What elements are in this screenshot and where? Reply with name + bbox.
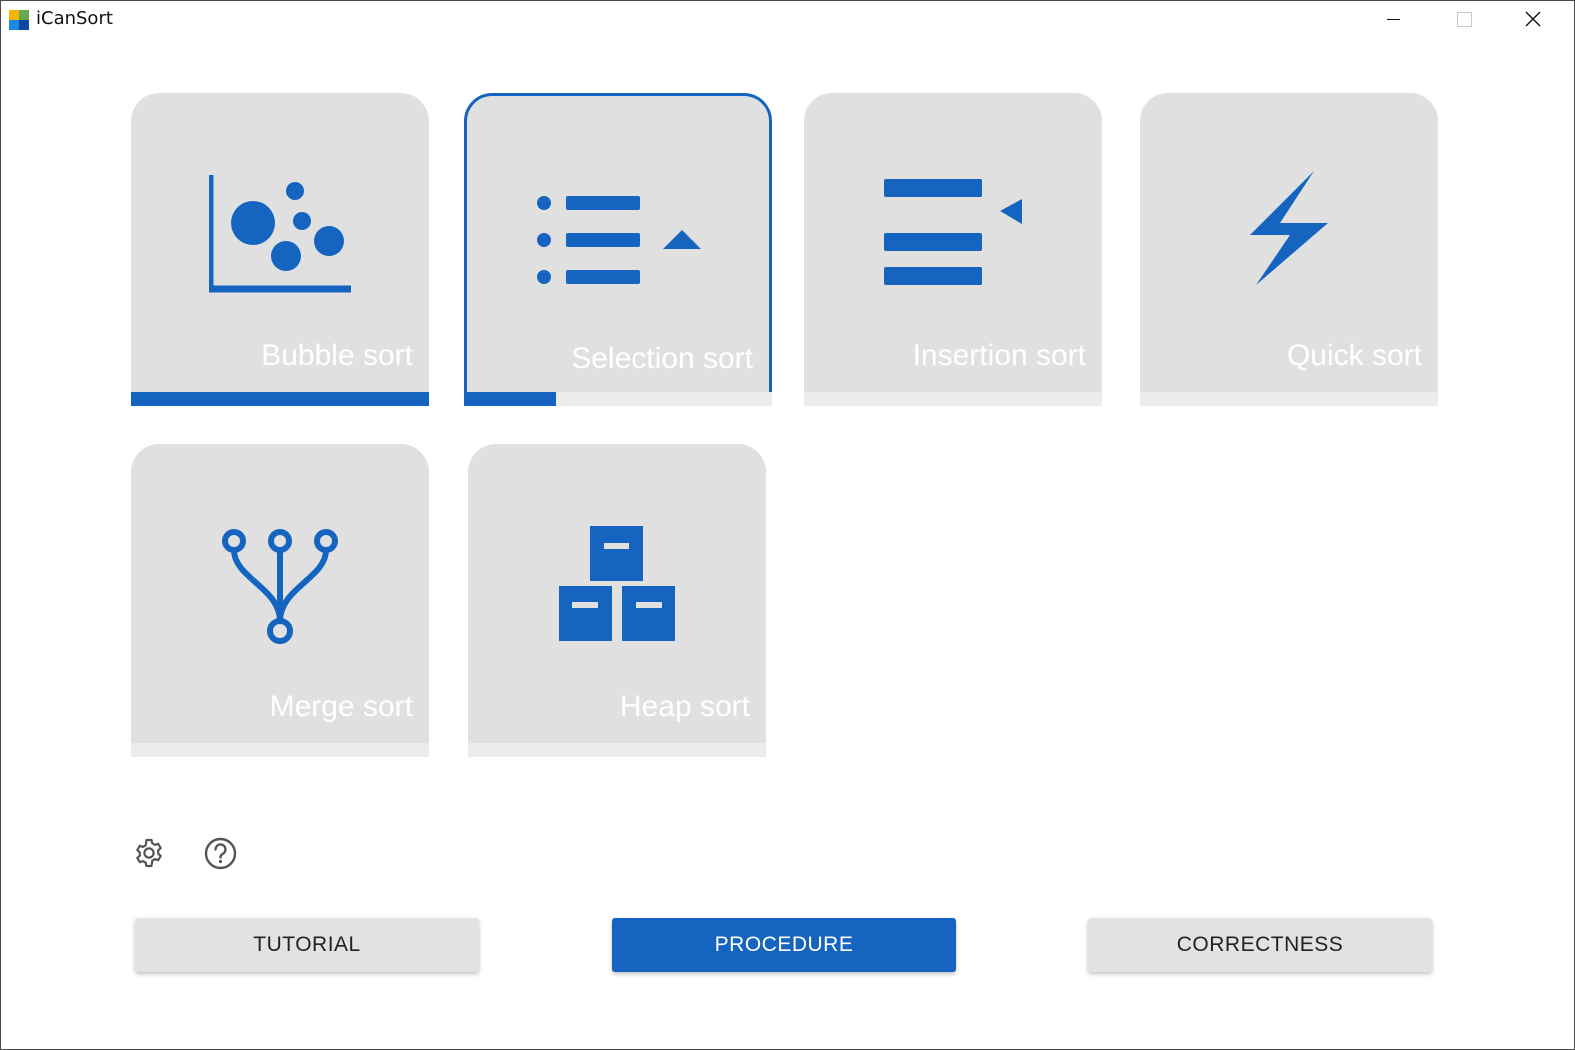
bubble-chart-icon: [209, 175, 351, 293]
close-button[interactable]: [1498, 1, 1568, 37]
card-insertion-sort[interactable]: Insertion sort: [804, 93, 1102, 406]
card-bubble-sort[interactable]: Bubble sort: [131, 93, 429, 406]
merge-tree-icon: [222, 529, 338, 644]
minimize-button[interactable]: [1358, 1, 1428, 37]
settings-button[interactable]: [133, 837, 165, 873]
card-selection-sort[interactable]: Selection sort: [464, 93, 772, 406]
card-quick-sort[interactable]: Quick sort: [1140, 93, 1438, 406]
maximize-button[interactable]: [1428, 1, 1498, 37]
lightning-icon: [1250, 171, 1328, 285]
card-label: Insertion sort: [912, 339, 1086, 372]
progress-bar: [804, 392, 1102, 406]
card-heap-sort[interactable]: Heap sort: [468, 444, 766, 757]
correctness-button[interactable]: CORRECTNESS: [1088, 918, 1432, 972]
progress-fill: [131, 392, 429, 406]
app-window: iCanSort Bubble sort Selection sort Inse…: [0, 0, 1575, 1050]
app-logo-icon: [9, 10, 29, 30]
progress-bar: [464, 392, 772, 406]
progress-bar: [1140, 392, 1438, 406]
card-label: Merge sort: [269, 690, 413, 723]
gear-icon: [136, 838, 162, 868]
title-bar: iCanSort: [1, 1, 1574, 37]
procedure-button[interactable]: PROCEDURE: [612, 918, 956, 972]
progress-fill: [464, 392, 557, 406]
progress-bar: [131, 743, 429, 757]
card-merge-sort[interactable]: Merge sort: [131, 444, 429, 757]
progress-bar: [468, 743, 766, 757]
window-title: iCanSort: [36, 8, 113, 29]
selection-list-icon: [537, 196, 701, 284]
stacked-boxes-icon: [559, 526, 675, 641]
progress-bar: [131, 392, 429, 406]
close-icon: [1525, 11, 1541, 27]
help-circle-icon: [204, 837, 237, 870]
card-label: Selection sort: [571, 342, 753, 375]
card-label: Quick sort: [1286, 339, 1422, 372]
insertion-list-icon: [884, 179, 1022, 285]
tutorial-button[interactable]: TUTORIAL: [135, 918, 479, 972]
card-label: Heap sort: [619, 690, 750, 723]
help-button[interactable]: [204, 837, 237, 874]
card-label: Bubble sort: [261, 339, 413, 372]
